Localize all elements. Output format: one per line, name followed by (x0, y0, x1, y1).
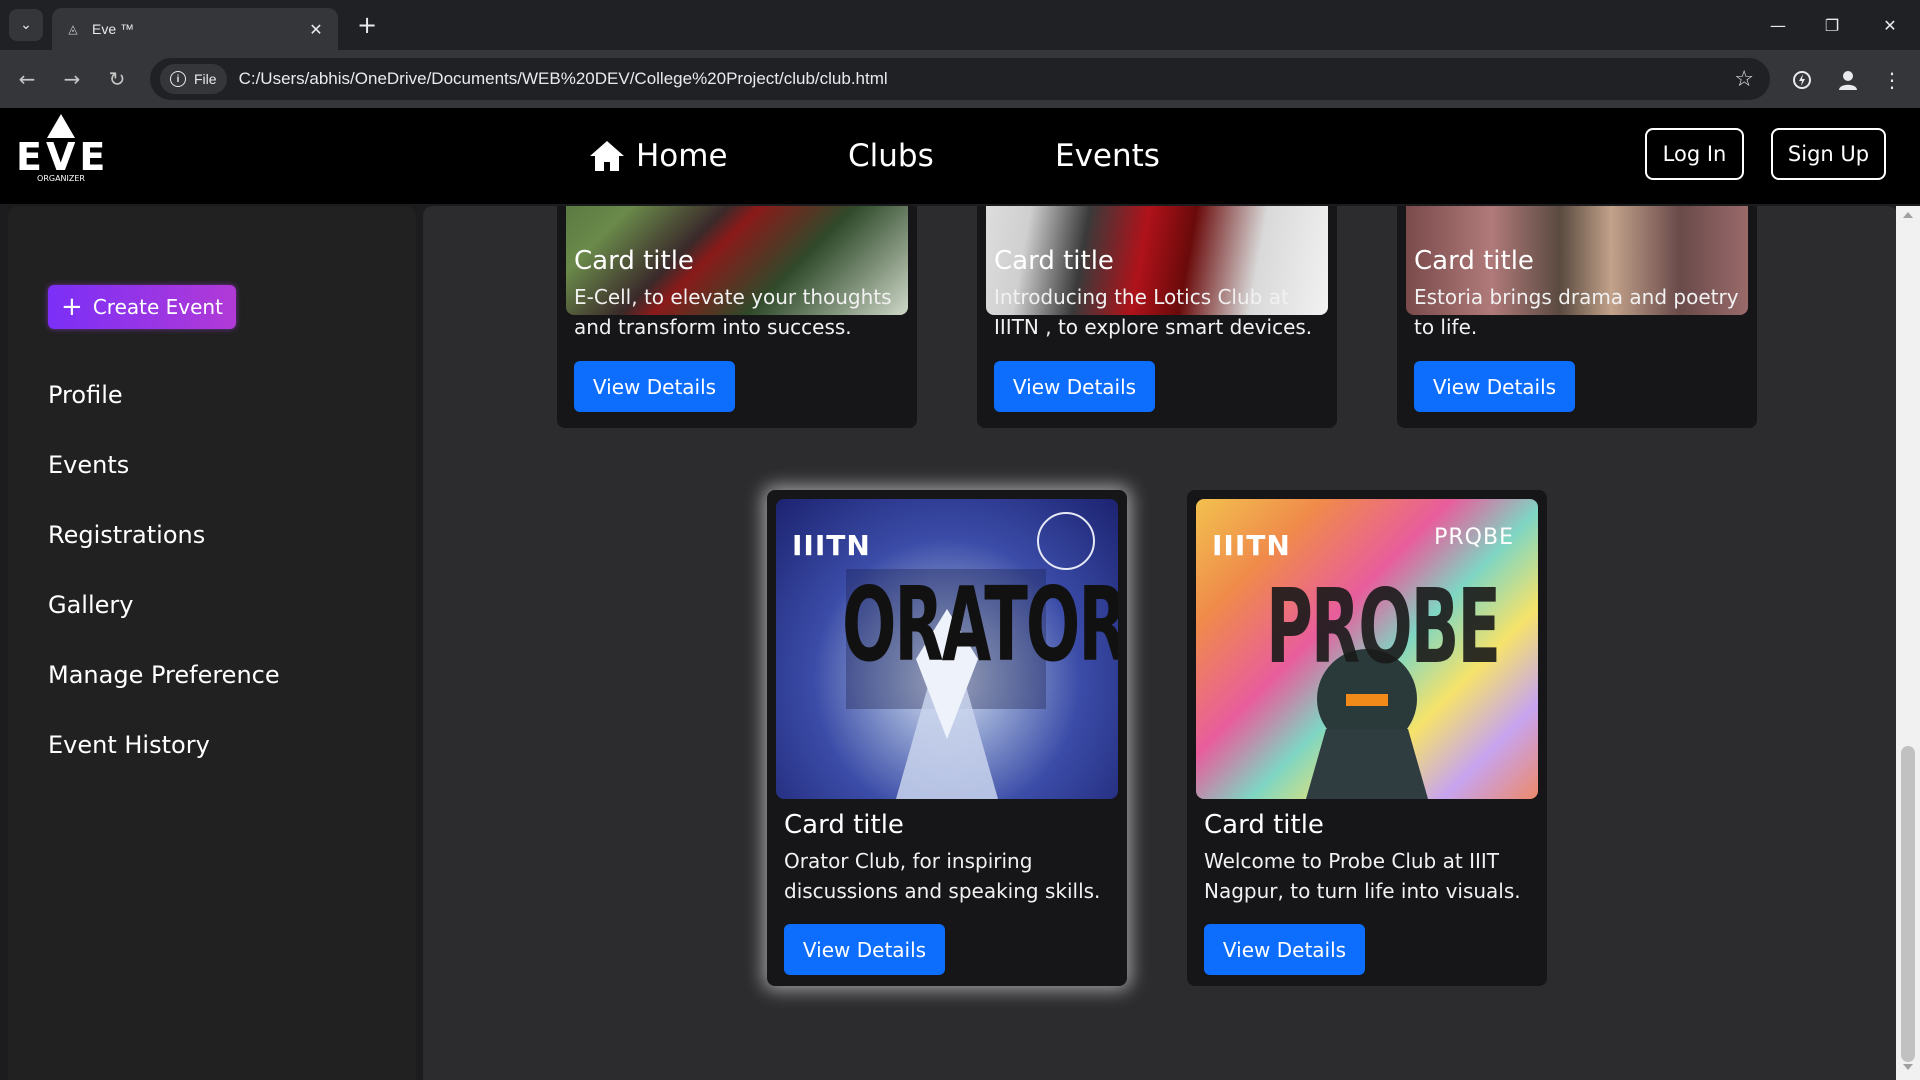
card-text: Introducing the Lotics Club at IIITN , t… (994, 285, 1313, 339)
view-details-button[interactable]: View Details (784, 924, 945, 975)
nav-clubs-label: Clubs (848, 138, 934, 174)
login-label: Log In (1662, 142, 1727, 166)
image-word: ORATOR (842, 567, 1118, 686)
nav-events-label: Events (1055, 138, 1160, 174)
view-details-label: View Details (802, 937, 927, 962)
club-card-estoria: Card title Estoria brings drama and poet… (1397, 206, 1757, 428)
forward-icon[interactable]: → (57, 64, 87, 94)
url-text[interactable]: C:/Users/abhis/OneDrive/Documents/WEB%20… (239, 69, 1735, 89)
new-tab-button[interactable]: + (352, 10, 382, 40)
nav-clubs[interactable]: Clubs (848, 108, 934, 204)
sidebar-item-registrations[interactable]: Registrations (48, 521, 205, 549)
more-menu-icon[interactable]: ⋮ (1876, 64, 1908, 96)
bookmark-star-icon[interactable]: ☆ (1734, 67, 1754, 92)
card-title: Card title (784, 810, 904, 840)
card-image: IIITN PRQBE PROBE (1196, 499, 1538, 799)
chevron-down-icon: ⌄ (20, 17, 32, 33)
sidebar-item-gallery[interactable]: Gallery (48, 591, 133, 619)
site-info-label: File (194, 71, 217, 87)
window-close-icon[interactable]: ✕ (1870, 10, 1910, 40)
view-details-label: View Details (1222, 937, 1347, 962)
browser-tab[interactable]: ◬ Eve ™ ✕ (52, 8, 338, 50)
site-header (0, 108, 1920, 204)
view-details-label: View Details (592, 374, 717, 399)
back-icon[interactable]: ← (12, 64, 42, 94)
close-icon[interactable]: ✕ (306, 20, 326, 39)
sidebar-item-manage-preference[interactable]: Manage Preference (48, 661, 280, 689)
login-button[interactable]: Log In (1645, 128, 1744, 180)
scroll-down-icon[interactable] (1903, 1064, 1913, 1070)
create-event-button[interactable]: + Create Event (48, 285, 236, 329)
sidebar (8, 206, 416, 1080)
info-icon: i (170, 71, 186, 87)
club-card-lotics: Card title Introducing the Lotics Club a… (977, 206, 1337, 428)
image-word: PROBE (1266, 569, 1501, 688)
view-details-button[interactable]: View Details (1204, 924, 1365, 975)
restore-icon[interactable]: ❐ (1812, 10, 1852, 40)
card-text: Estoria brings drama and poetry to life. (1414, 285, 1739, 339)
card-text: E-Cell, to elevate your thoughts and tra… (574, 285, 892, 339)
scrollbar-thumb[interactable] (1901, 746, 1915, 1062)
card-text: Orator Club, for inspiring discussions a… (784, 849, 1101, 903)
card-title: Card title (1204, 810, 1324, 840)
sidebar-item-events[interactable]: Events (48, 451, 129, 479)
view-details-button[interactable]: View Details (574, 361, 735, 412)
plus-icon: + (61, 292, 83, 322)
card-text: Welcome to Probe Club at IIIT Nagpur, to… (1204, 849, 1521, 903)
page-scrollbar[interactable] (1896, 206, 1920, 1080)
tab-search-button[interactable]: ⌄ (9, 9, 43, 41)
sidebar-item-profile[interactable]: Profile (48, 381, 123, 409)
reload-icon[interactable]: ↻ (102, 64, 132, 94)
eve-logo[interactable]: EVE ORGANIZER (16, 110, 106, 200)
site-info-chip[interactable]: i File (160, 64, 227, 94)
club-card-orator: IIITN ORATOR Card title Orator Club, for… (767, 490, 1127, 986)
tab-title: Eve ™ (92, 21, 135, 37)
main-content: Card title E-Cell, to elevate your thoug… (423, 206, 1898, 1080)
logo-triangle-icon (47, 114, 75, 138)
create-event-label: Create Event (92, 295, 223, 319)
image-logo: IIITN (1212, 529, 1291, 562)
view-details-label: View Details (1432, 374, 1557, 399)
nav-home-label: Home (636, 138, 728, 174)
image-brand: PRQBE (1434, 525, 1514, 550)
sidebar-item-event-history[interactable]: Event History (48, 731, 210, 759)
card-title: Card title (574, 246, 694, 276)
extension-icon[interactable] (1786, 64, 1818, 96)
minimize-icon[interactable]: — (1758, 10, 1798, 40)
view-details-button[interactable]: View Details (1414, 361, 1575, 412)
tab-favicon-icon: ◬ (68, 22, 78, 36)
scroll-up-icon[interactable] (1903, 212, 1913, 218)
nav-home[interactable]: Home (588, 108, 728, 204)
club-card-probe: IIITN PRQBE PROBE Card title Welcome to … (1187, 490, 1547, 986)
image-logo: IIITN (792, 529, 871, 562)
card-title: Card title (1414, 246, 1534, 276)
nav-events[interactable]: Events (1055, 108, 1160, 204)
view-details-button[interactable]: View Details (994, 361, 1155, 412)
card-title: Card title (994, 246, 1114, 276)
signup-button[interactable]: Sign Up (1771, 128, 1886, 180)
home-icon (590, 141, 624, 171)
club-card-ecell: Card title E-Cell, to elevate your thoug… (557, 206, 917, 428)
signup-label: Sign Up (1787, 142, 1870, 166)
address-bar[interactable]: i File C:/Users/abhis/OneDrive/Documents… (150, 58, 1770, 100)
view-details-label: View Details (1012, 374, 1137, 399)
logo-word: EVE (16, 135, 110, 179)
profile-icon[interactable] (1832, 64, 1864, 96)
card-image: IIITN ORATOR (776, 499, 1118, 799)
